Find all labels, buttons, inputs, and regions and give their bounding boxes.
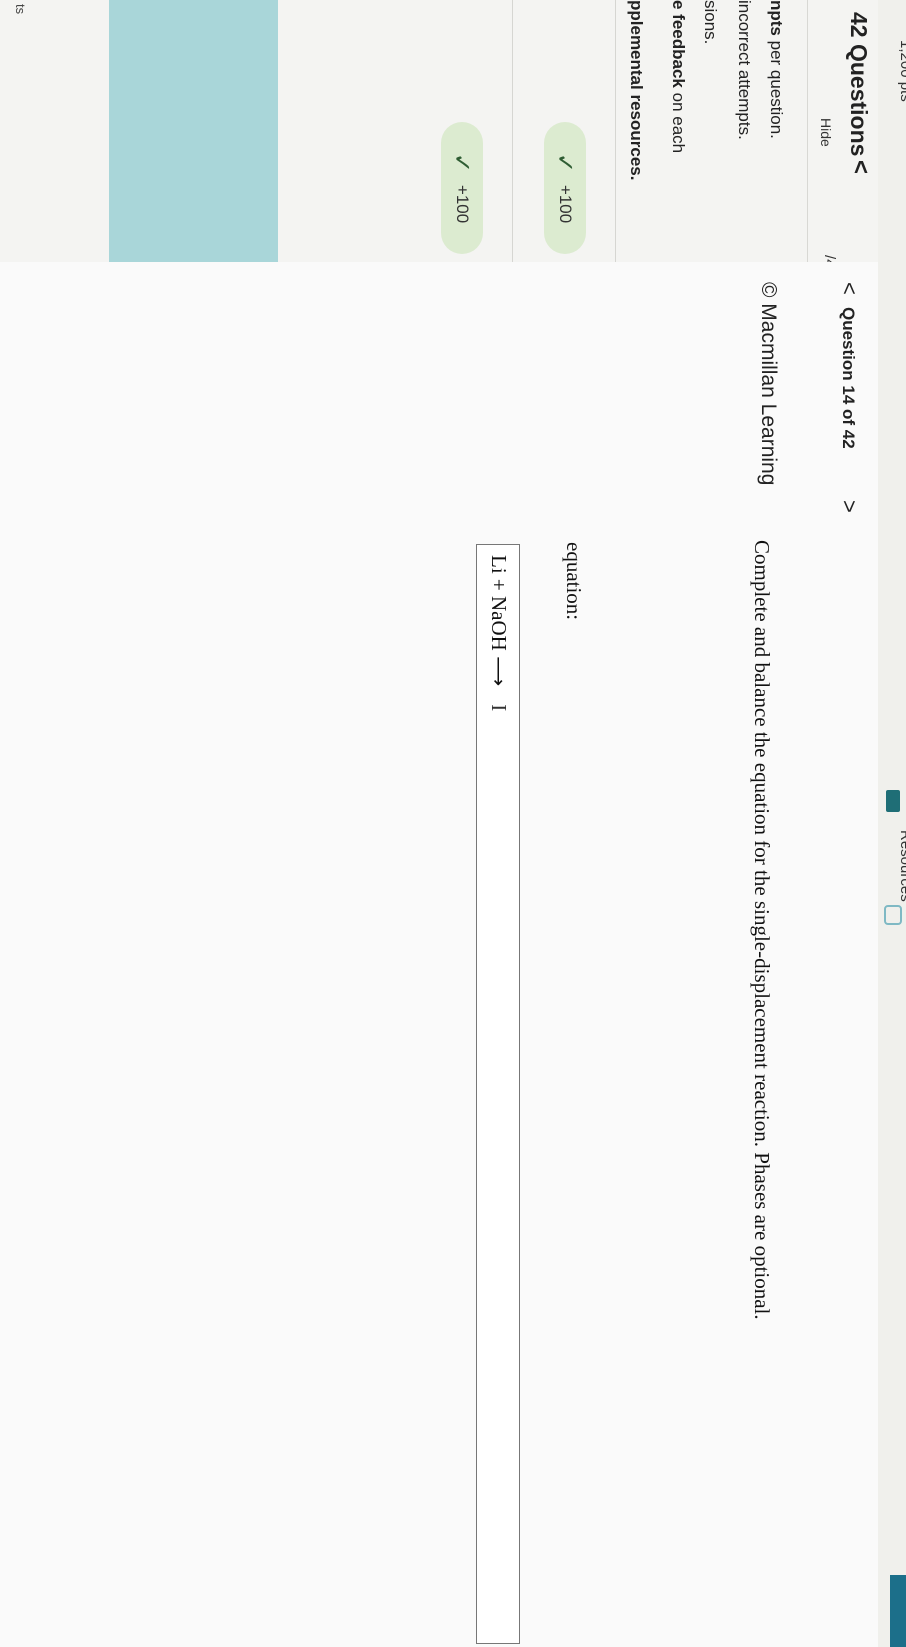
row-divider [615,0,616,262]
chevron-left-icon[interactable]: < [836,282,862,295]
text-cursor-icon: I [487,704,511,712]
info-line: npts per question. [767,0,786,139]
info-line: sions. [701,0,720,45]
equation-label: equation: [562,542,586,621]
question-count: 42 Questions [846,12,872,157]
question-prompt: Complete and balance the equation for th… [750,540,774,1320]
points-fragment: 1,200 pts [897,40,906,102]
checkmark-icon: ✓ [551,152,579,173]
resources-icon[interactable] [886,790,900,812]
equation-input[interactable]: Li + NaOH ⟶ I [476,544,520,1644]
chevron-right-icon[interactable]: > [836,500,862,513]
score-badge: ✓ +100 [544,122,586,254]
chevron-left-icon[interactable]: < [846,160,874,174]
points-fragment: ts [13,4,28,15]
info-line: pplemental resources. [627,0,646,181]
question-panel: < Question 14 of 42 > © Macmillan Learni… [0,262,878,1647]
copyright-text: © Macmillan Learning [757,282,780,486]
info-line: incorrect attempts. [735,0,754,140]
resources-fragment[interactable]: Resources [897,830,906,902]
accent-button[interactable] [890,1575,906,1647]
checkmark-icon: ✓ [448,152,476,173]
toolbar-icon[interactable] [884,905,902,925]
info-line: e feedback on each [669,0,688,154]
question-navigation: < Question 14 of 42 > [814,262,878,1647]
equation-value: Li + NaOH ⟶ [487,555,511,687]
sidebar-header: 42 Questions < Hide [807,0,878,262]
screen-canvas: 1,200 pts Resources 42 Questions < Hide … [0,0,906,1647]
score-badge: ✓ +100 [441,122,483,254]
selected-question-row[interactable] [109,0,278,262]
question-sidebar: 42 Questions < Hide /4200 npts per quest… [0,0,878,293]
question-position: Question 14 of 42 [839,307,858,449]
row-divider [512,0,513,262]
hide-link[interactable]: Hide [818,118,834,147]
top-header: 1,200 pts Resources [878,0,906,1647]
